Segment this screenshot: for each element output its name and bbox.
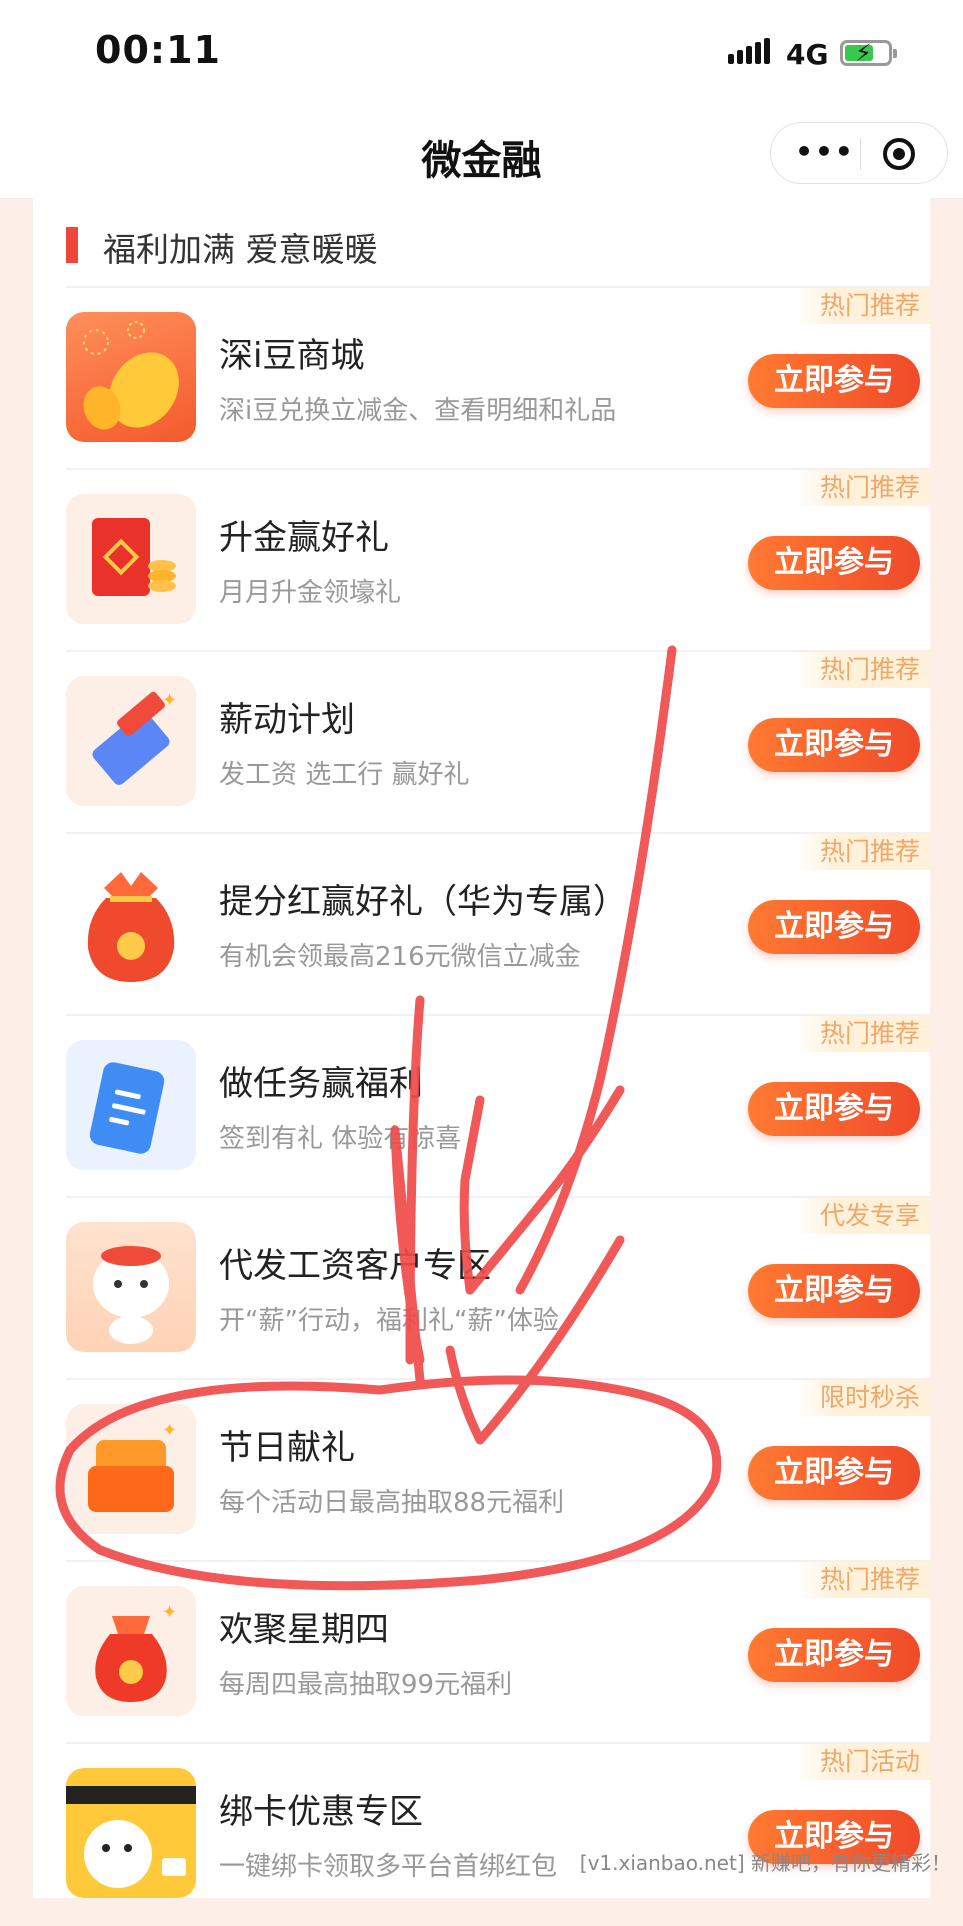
list-item[interactable]: 热门推荐 升金赢好礼 月月升金领壕礼 立即参与 (66, 468, 930, 652)
item-name: 提分红赢好礼（华为专属） (219, 882, 627, 922)
mini-program-capsule: ••• (770, 122, 948, 184)
join-button[interactable]: 立即参与 (748, 1446, 920, 1500)
list-item[interactable]: 热门活动 绑卡优惠专区 一键绑卡领取多平台首绑红包 立即参与 (66, 1742, 930, 1926)
close-miniprogram-icon[interactable] (883, 138, 915, 170)
item-tag: 代发专享 (795, 1198, 930, 1234)
red-envelope-coins-icon (66, 494, 196, 624)
join-button[interactable]: 立即参与 (748, 536, 920, 590)
item-name: 节日献礼 (219, 1428, 355, 1468)
join-button[interactable]: 立即参与 (748, 354, 920, 408)
join-button[interactable]: 立即参与 (748, 1628, 920, 1682)
list-item[interactable]: 热门推荐 ✦ 薪动计划 发工资 选工行 赢好礼 立即参与 (66, 650, 930, 834)
item-name: 升金赢好礼 (219, 518, 389, 558)
section-title: 福利加满 爱意暖暖 (103, 230, 378, 269)
item-tag: 热门推荐 (795, 834, 930, 870)
watermark: [v1.xianbao.net] 新赚吧，有你更精彩！ (579, 1851, 951, 1875)
item-tag: 热门活动 (795, 1744, 930, 1780)
item-tag: 热门推荐 (795, 288, 930, 324)
welfare-card: 福利加满 爱意暖暖 热门推荐 深i豆商城 深i豆兑换立减金、查看明细和礼品 立即… (33, 198, 930, 1898)
svg-text:✦: ✦ (162, 1420, 177, 1441)
task-clipboard-icon (66, 1040, 196, 1170)
list-item[interactable]: 限时秒杀 ✦ 节日献礼 每个活动日最高抽取88元福利 立即参与 (66, 1378, 930, 1562)
list-item[interactable]: 代发专享 代发工资客户专区 开“薪”行动，福利礼“薪”体验 立即参与 (66, 1196, 930, 1380)
golden-bean-icon (66, 312, 196, 442)
bank-card-icon: ✦ (66, 676, 196, 806)
svg-text:✦: ✦ (162, 1602, 177, 1623)
join-button[interactable]: 立即参与 (748, 900, 920, 954)
more-icon[interactable]: ••• (793, 138, 857, 166)
item-desc: 签到有礼 体验有惊喜 (219, 1124, 462, 1154)
mascot-icon (66, 1222, 196, 1352)
item-desc: 一键绑卡领取多平台首绑红包 (219, 1852, 558, 1882)
join-button[interactable]: 立即参与 (748, 718, 920, 772)
section-accent-bar (66, 227, 78, 263)
nav-bar: 微金融 ••• (0, 110, 963, 199)
svg-text:✦: ✦ (162, 690, 177, 711)
item-desc: 开“薪”行动，福利礼“薪”体验 (219, 1306, 559, 1336)
item-name: 代发工资客户专区 (219, 1246, 491, 1286)
item-tag: 热门推荐 (795, 470, 930, 506)
item-tag: 热门推荐 (795, 1562, 930, 1598)
gift-box-icon: ✦ (66, 1404, 196, 1534)
item-tag: 热门推荐 (795, 1016, 930, 1052)
item-name: 绑卡优惠专区 (219, 1792, 423, 1832)
list-item[interactable]: 热门推荐 深i豆商城 深i豆兑换立减金、查看明细和礼品 立即参与 (66, 286, 930, 470)
item-desc: 每个活动日最高抽取88元福利 (219, 1488, 565, 1518)
item-desc: 有机会领最高216元微信立减金 (219, 942, 581, 972)
battery-charging-icon: ⚡ (840, 39, 897, 67)
signal-icon (728, 38, 770, 64)
item-desc: 每周四最高抽取99元福利 (219, 1670, 513, 1700)
item-name: 薪动计划 (219, 700, 355, 740)
money-bag-icon: ✦ (66, 1586, 196, 1716)
item-tag: 限时秒杀 (795, 1380, 930, 1416)
list-item[interactable]: 热门推荐 提分红赢好礼（华为专属） 有机会领最高216元微信立减金 立即参与 (66, 832, 930, 1016)
lucky-bag-icon (66, 858, 196, 988)
item-desc: 发工资 选工行 赢好礼 (219, 760, 470, 790)
network-type: 4G (786, 38, 829, 71)
list-item[interactable]: 热门推荐 做任务赢福利 签到有礼 体验有惊喜 立即参与 (66, 1014, 930, 1198)
item-name: 深i豆商城 (219, 336, 365, 376)
list-item[interactable]: 热门推荐 ✦ 欢聚星期四 每周四最高抽取99元福利 立即参与 (66, 1560, 930, 1744)
item-desc: 月月升金领壕礼 (219, 578, 402, 608)
dog-card-icon (66, 1768, 196, 1898)
status-time: 00:11 (95, 28, 221, 72)
join-button[interactable]: 立即参与 (748, 1082, 920, 1136)
item-name: 欢聚星期四 (219, 1610, 389, 1650)
item-desc: 深i豆兑换立减金、查看明细和礼品 (219, 396, 617, 426)
item-name: 做任务赢福利 (219, 1064, 423, 1104)
item-tag: 热门推荐 (795, 652, 930, 688)
status-bar: 00:11 4G ⚡ (0, 0, 963, 110)
join-button[interactable]: 立即参与 (748, 1264, 920, 1318)
